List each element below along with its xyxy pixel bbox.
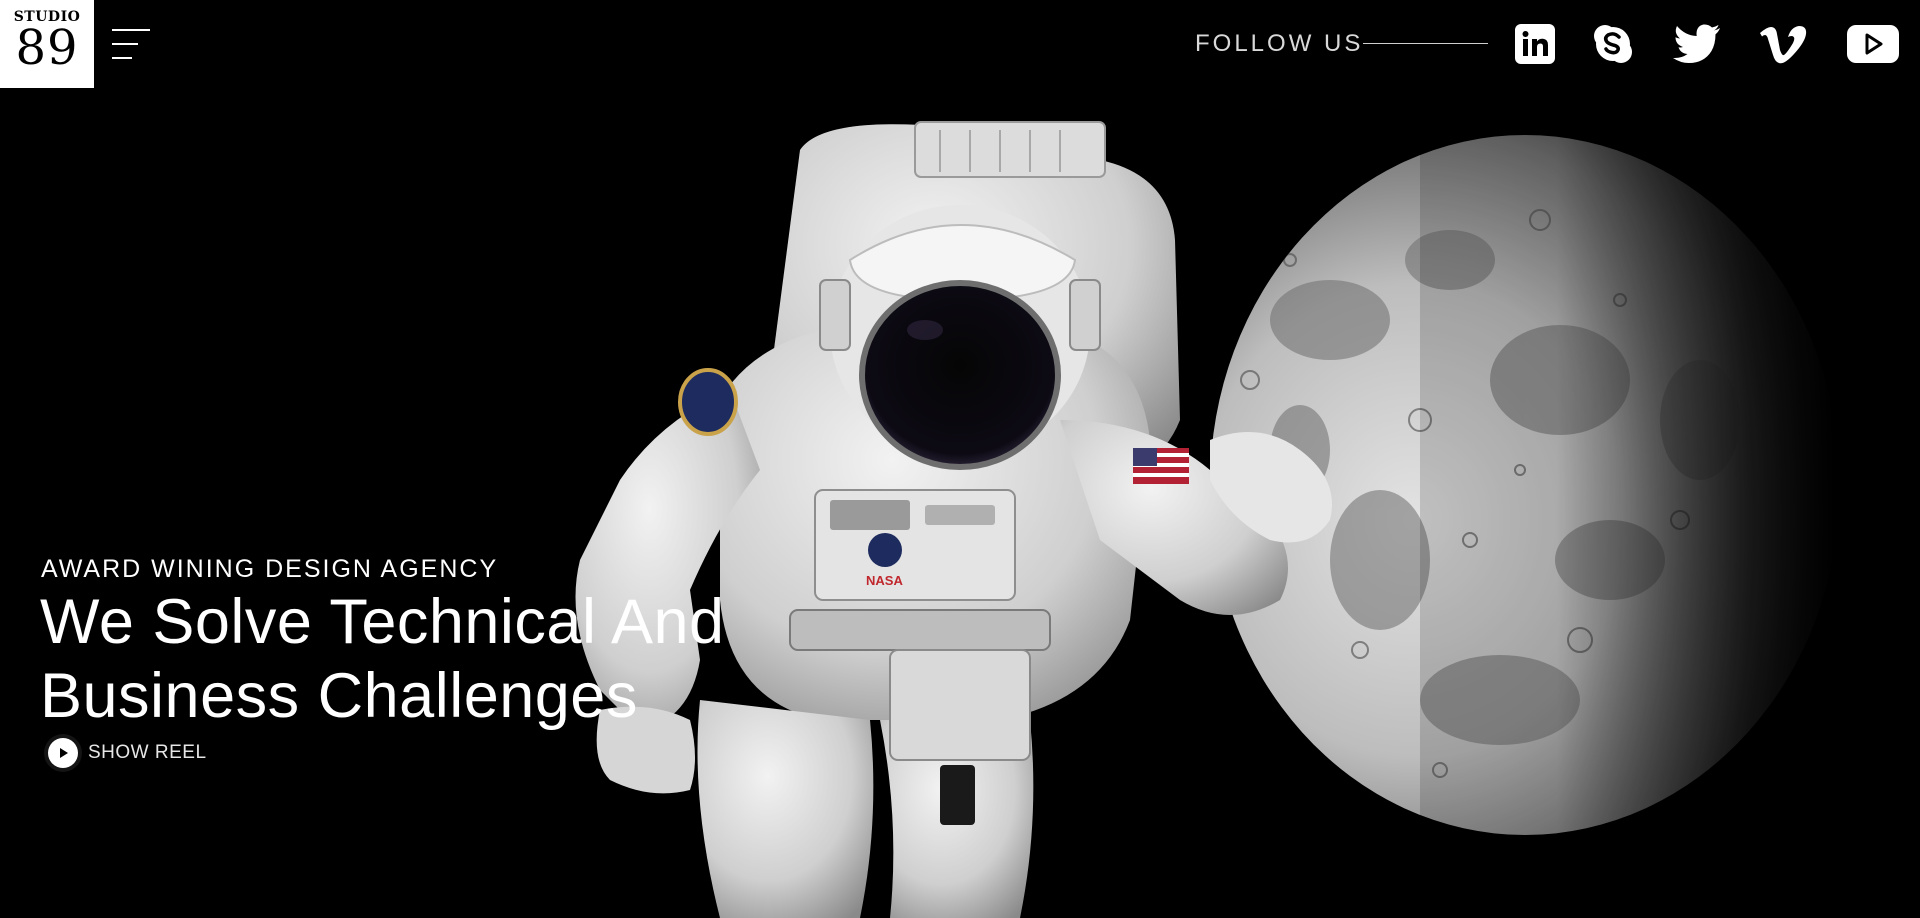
hero-headline-line-2: Business Challenges (40, 661, 638, 731)
menu-bar-bottom (112, 57, 132, 59)
twitter-link[interactable] (1672, 24, 1722, 64)
skype-link[interactable] (1592, 24, 1634, 64)
logo-line-2: 89 (15, 20, 79, 76)
youtube-link[interactable] (1846, 24, 1900, 64)
hero-background-art: NASA (575, 100, 1920, 918)
vimeo-icon (1760, 26, 1807, 64)
studio-logo[interactable]: STUDIO 89 (0, 0, 94, 88)
hero-headline: We Solve Technical And Business Challeng… (40, 585, 800, 733)
twitter-icon (1673, 24, 1720, 63)
svg-text:NASA: NASA (866, 573, 903, 588)
hero-stage: NASA STUDIO 89 FOLLOW US AWARD WINING DE… (0, 0, 1920, 918)
menu-toggle-button[interactable] (110, 28, 152, 62)
menu-bar-top (112, 29, 150, 31)
follow-us-label: FOLLOW US (1195, 30, 1364, 57)
follow-divider (1363, 43, 1488, 44)
show-reel-label: SHOW REEL (88, 742, 207, 763)
vimeo-link[interactable] (1758, 24, 1808, 64)
astronaut-image: NASA (575, 121, 1332, 918)
skype-icon (1594, 25, 1632, 63)
youtube-icon (1847, 25, 1899, 63)
show-reel-button[interactable]: SHOW REEL (44, 733, 207, 773)
play-icon (44, 734, 82, 772)
hero-eyebrow: AWARD WINING DESIGN AGENCY (41, 555, 499, 583)
hero-headline-line-1: We Solve Technical And (40, 587, 725, 657)
linkedin-icon (1515, 24, 1555, 64)
menu-bar-middle (112, 43, 138, 45)
linkedin-link[interactable] (1515, 24, 1555, 64)
